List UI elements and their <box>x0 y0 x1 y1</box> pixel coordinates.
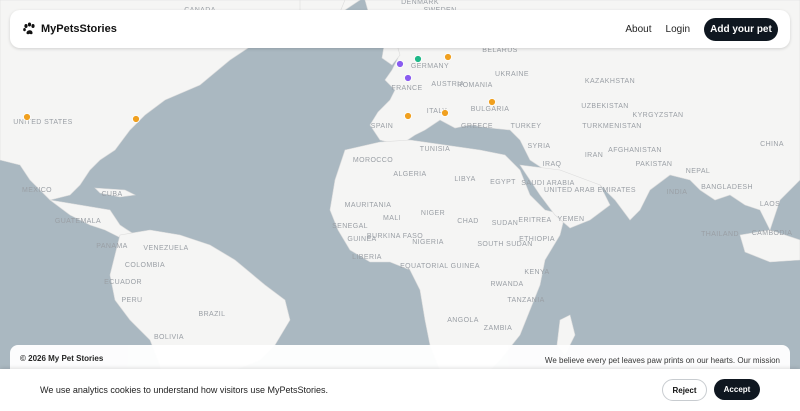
accept-cookies-button[interactable]: Accept <box>714 379 760 400</box>
map-label-turkmenistan: TURKMENISTAN <box>582 123 642 130</box>
map-label-kazakhstan: KAZAKHSTAN <box>585 78 635 85</box>
map-label-egypt: EGYPT <box>490 179 516 186</box>
map-label-china: CHINA <box>760 141 784 148</box>
map-label-brazil: BRAZIL <box>199 311 226 318</box>
nav-about-link[interactable]: About <box>625 24 651 35</box>
map-label-ecuador: ECUADOR <box>104 279 142 286</box>
map-label-bolivia: BOLIVIA <box>154 334 184 341</box>
map-label-uzbekistan: UZBEKISTAN <box>581 103 628 110</box>
map-label-kyrgyzstan: KYRGYZSTAN <box>633 112 684 119</box>
map-label-ethiopia: ETHIOPIA <box>519 236 555 243</box>
footer-copyright: © 2026 My Pet Stories <box>20 354 104 363</box>
cookie-message: We use analytics cookies to understand h… <box>40 385 328 395</box>
map-label-united-states: UNITED STATES <box>13 119 72 126</box>
map-label-mauritania: MAURITANIA <box>345 202 392 209</box>
map-label-mali: MALI <box>383 215 401 222</box>
map-label-tunisia: TUNISIA <box>420 146 450 153</box>
map-label-belarus: BELARUS <box>482 47 517 54</box>
logo[interactable]: MyPetsStories <box>22 21 117 37</box>
map-label-india: INDIA <box>667 189 688 196</box>
reject-cookies-button[interactable]: Reject <box>662 379 707 401</box>
map-label-iraq: IRAQ <box>543 161 562 168</box>
map-label-chad: CHAD <box>457 218 478 225</box>
map-pin-marker[interactable] <box>444 53 452 61</box>
map-label-laos: LAOS <box>760 201 780 208</box>
map-label-tanzania: TANZANIA <box>507 297 544 304</box>
map-pin-marker[interactable] <box>404 112 412 120</box>
footer-mission-text: We believe every pet leaves paw prints o… <box>544 356 780 365</box>
map-label-senegal: SENEGAL <box>332 223 368 230</box>
map-label-cambodia: CAMBODIA <box>752 230 793 237</box>
map-label-germany: GERMANY <box>411 63 449 70</box>
map-label-eritrea: ERITREA <box>518 217 551 224</box>
map-label-niger: NIGER <box>421 210 445 217</box>
map-pin-marker[interactable] <box>23 113 31 121</box>
add-pet-button[interactable]: Add your pet <box>704 17 778 41</box>
map-label-equatorial-guinea: EQUATORIAL GUINEA <box>400 263 480 270</box>
map-label-saudi-arabia: SAUDI ARABIA <box>521 180 574 187</box>
map-label-syria: SYRIA <box>527 143 550 150</box>
map-label-sudan: SUDAN <box>492 220 519 227</box>
map-label-nigeria: NIGERIA <box>412 239 444 246</box>
map-label-turkey: TURKEY <box>511 123 542 130</box>
nav-links: About Login Add your pet <box>625 17 790 41</box>
map-label-thailand: THAILAND <box>701 231 739 238</box>
map-label-morocco: MOROCCO <box>353 157 393 164</box>
map-label-iran: IRAN <box>585 152 603 159</box>
map-label-libya: LIBYA <box>454 176 475 183</box>
map-pin-marker[interactable] <box>404 74 412 82</box>
map-pin-marker[interactable] <box>396 60 404 68</box>
map-label-ukraine: UKRAINE <box>495 71 529 78</box>
map-label-kenya: KENYA <box>524 269 549 276</box>
map-pin-marker[interactable] <box>132 115 140 123</box>
map-label-peru: PERU <box>121 297 142 304</box>
map-label-angola: ANGOLA <box>447 317 479 324</box>
map-label-nepal: NEPAL <box>686 168 710 175</box>
map-label-venezuela: VENEZUELA <box>143 245 188 252</box>
map-pin-marker[interactable] <box>414 55 422 63</box>
nav-login-link[interactable]: Login <box>666 24 690 35</box>
map-label-yemen: YEMEN <box>558 216 585 223</box>
map-label-bangladesh: BANGLADESH <box>701 184 753 191</box>
map-label-afghanistan: AFGHANISTAN <box>608 147 662 154</box>
map-label-spain: SPAIN <box>371 123 394 130</box>
map-label-denmark: DENMARK <box>401 0 439 6</box>
map-label-mexico: MEXICO <box>22 187 52 194</box>
top-navbar: MyPetsStories About Login Add your pet <box>10 10 790 48</box>
map-label-france: FRANCE <box>391 85 422 92</box>
map-label-colombia: COLOMBIA <box>125 262 165 269</box>
map-label-united-arab-emirates: UNITED ARAB EMIRATES <box>544 187 636 194</box>
map-label-romania: ROMANIA <box>457 82 492 89</box>
map-label-bulgaria: BULGARIA <box>471 106 510 113</box>
map-pin-marker[interactable] <box>441 109 449 117</box>
map-label-guatemala: GUATEMALA <box>55 218 101 225</box>
app-name: MyPetsStories <box>41 23 117 35</box>
paw-logo-icon <box>23 22 35 35</box>
map-pin-marker[interactable] <box>488 98 496 106</box>
map-label-greece: GREECE <box>461 123 493 130</box>
cookie-banner: We use analytics cookies to understand h… <box>0 369 800 411</box>
map-label-pakistan: PAKISTAN <box>636 161 673 168</box>
map-label-panama: PANAMA <box>96 243 127 250</box>
map-label-liberia: LIBERIA <box>352 254 382 261</box>
map-label-rwanda: RWANDA <box>490 281 523 288</box>
map-label-zambia: ZAMBIA <box>484 325 512 332</box>
map-label-algeria: ALGERIA <box>393 171 426 178</box>
map-label-cuba: CUBA <box>101 191 122 198</box>
